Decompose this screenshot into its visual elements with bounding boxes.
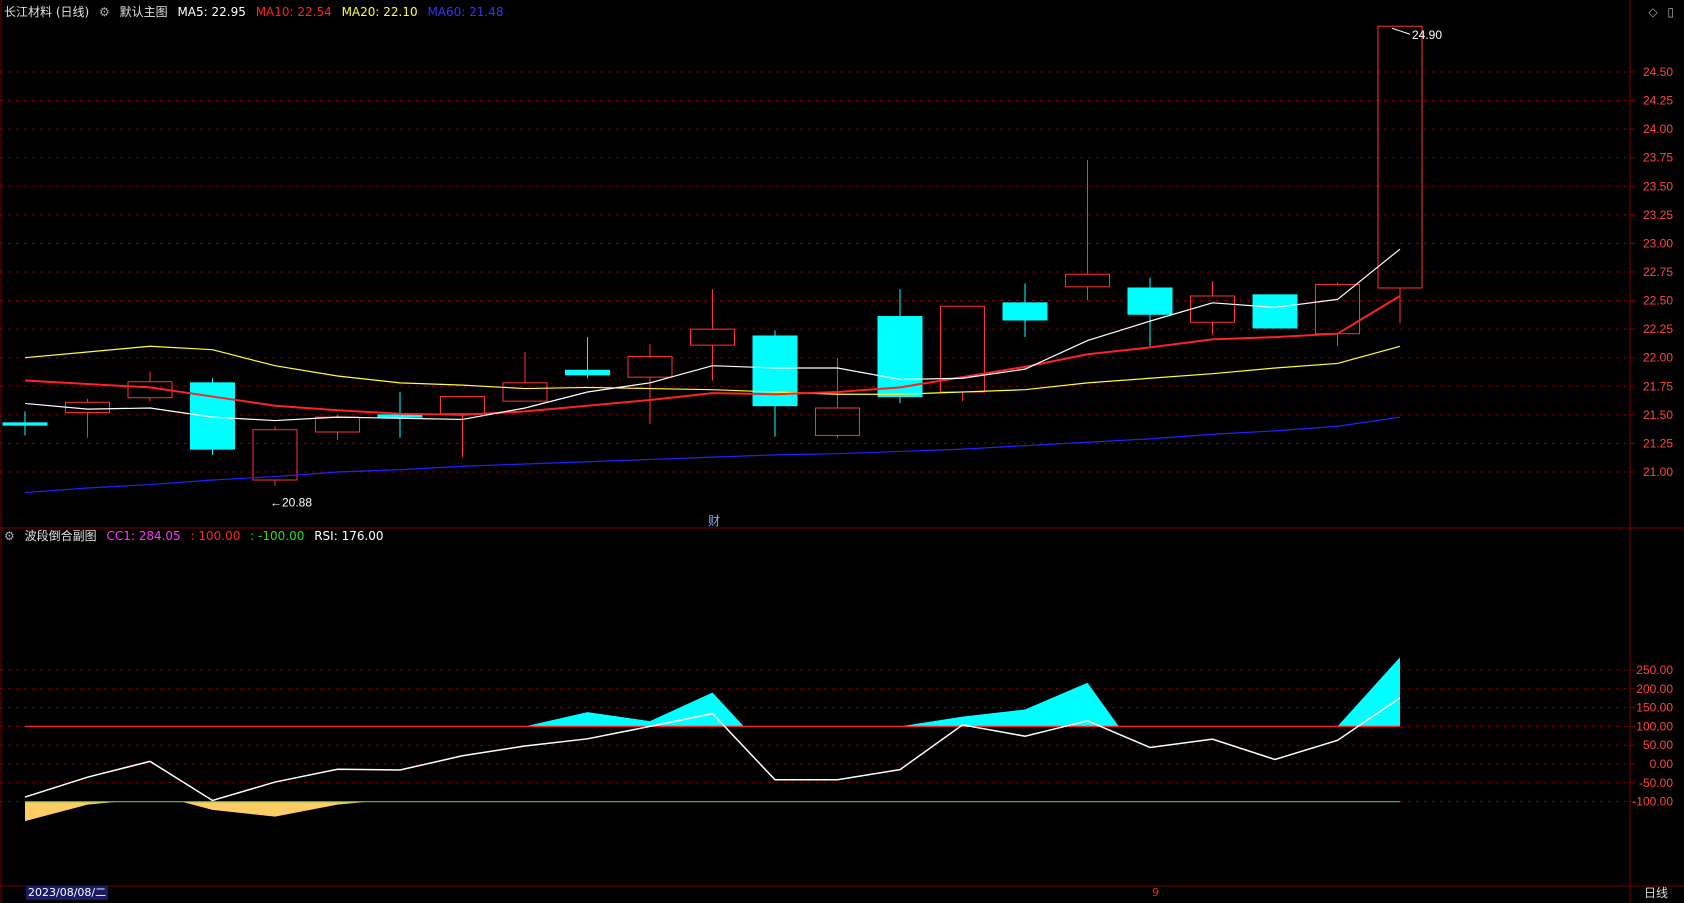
main-tick-label: 21.00 xyxy=(1643,465,1673,479)
sub-chart-header: ⚙ 波段倒合副图 CC1: 284.05 : 100.00 : -100.00 … xyxy=(4,529,390,543)
window-controls: ◇ ▯ xyxy=(1642,5,1674,19)
main-tick-label: 23.00 xyxy=(1643,236,1673,250)
period-label[interactable]: 日线 xyxy=(1644,886,1668,900)
candle-body-up xyxy=(502,382,548,402)
date-label: 2023/08/08/二 xyxy=(26,886,109,900)
stock-name[interactable]: 长江材料 (日线) xyxy=(4,5,89,19)
candle-body-down xyxy=(1002,302,1048,321)
candle-body-up xyxy=(1377,25,1423,289)
rsi-line xyxy=(24,697,1401,802)
rsi-label: RSI: 176.00 xyxy=(314,529,384,543)
lower-label: : -100.00 xyxy=(250,529,305,543)
main-tick-label: 24.50 xyxy=(1643,65,1673,79)
candle-body-down xyxy=(377,414,423,418)
candle-body-down xyxy=(1127,287,1173,315)
diamond-icon[interactable]: ◇ xyxy=(1648,5,1657,19)
main-tick-label: 21.75 xyxy=(1643,379,1673,393)
ma10-label: MA10: 22.54 xyxy=(255,5,332,19)
month-marker: 9 xyxy=(1152,886,1159,899)
candle-body-up xyxy=(440,396,485,415)
sub-tick-label: 150.00 xyxy=(1636,701,1673,715)
settings-icon[interactable]: ⚙ xyxy=(99,5,110,19)
sub-tick-label: -50.00 xyxy=(1639,776,1673,790)
candle-body-up xyxy=(815,407,860,436)
main-tick-label: 22.25 xyxy=(1643,322,1673,336)
candle-body-up xyxy=(1315,284,1360,335)
settings-icon[interactable]: ⚙ xyxy=(4,529,15,543)
main-tick-label: 22.50 xyxy=(1643,294,1673,308)
main-tick-label: 24.00 xyxy=(1643,122,1673,136)
cc1-negative-area xyxy=(25,801,119,822)
sub-tick-label: 0.00 xyxy=(1650,757,1674,771)
cai-marker[interactable]: 财 xyxy=(708,512,720,529)
main-tick-label: 23.50 xyxy=(1643,179,1673,193)
candle-body-down xyxy=(1252,294,1298,329)
sub-tick-label: 200.00 xyxy=(1636,682,1673,696)
main-chart-header: 长江材料 (日线) ⚙ 默认主图 MA5: 22.95 MA10: 22.54 … xyxy=(4,5,510,19)
maximize-icon[interactable]: ▯ xyxy=(1667,5,1674,19)
candle-body-down xyxy=(565,369,610,376)
stock-chart: 24.50 24.25 24.00 23.75 23.50 23.25 23.00 22.75… xyxy=(0,0,1684,903)
high-price-label: 24.90 xyxy=(1412,28,1442,42)
ma60-label: MA60: 21.48 xyxy=(427,5,504,19)
candle-body-up xyxy=(627,356,673,378)
chart-canvas: 24.50 24.25 24.00 23.75 23.50 23.25 23.00 22.75… xyxy=(0,0,1684,903)
sub-tick-label: 250.00 xyxy=(1636,663,1673,677)
main-tick-label: 21.25 xyxy=(1643,436,1673,450)
indicator-label[interactable]: 默认主图 xyxy=(120,5,168,19)
main-tick-label: 24.25 xyxy=(1643,94,1673,108)
candle-body-up xyxy=(1065,273,1110,288)
candle-body-up xyxy=(1190,295,1235,323)
main-tick-label: 22.00 xyxy=(1643,351,1673,365)
main-tick-label: 23.75 xyxy=(1643,151,1673,165)
ma20-label: MA20: 22.10 xyxy=(341,5,418,19)
main-tick-label: 23.25 xyxy=(1643,208,1673,222)
candle-body-up xyxy=(690,328,735,346)
high-price-pointer xyxy=(1391,27,1411,35)
cc1-label: CC1: 284.05 xyxy=(106,529,181,543)
candle-body-down xyxy=(190,382,235,450)
main-tick-label: 22.75 xyxy=(1643,265,1673,279)
upper-label: : 100.00 xyxy=(190,529,241,543)
sub-tick-label: -100.00 xyxy=(1632,795,1673,809)
candle-body-up xyxy=(315,416,360,433)
sub-tick-label: 100.00 xyxy=(1636,719,1673,733)
cc1-negative-area xyxy=(181,801,369,817)
cc1-positive-area xyxy=(525,692,744,727)
low-price-label: ←20.88 xyxy=(270,496,312,510)
sub-indicator-label[interactable]: 波段倒合副图 xyxy=(25,529,97,543)
candle-body-down xyxy=(2,422,48,426)
main-tick-label: 21.50 xyxy=(1643,408,1673,422)
ma5-label: MA5: 22.95 xyxy=(177,5,246,19)
cc1-positive-area xyxy=(900,682,1119,727)
sub-tick-label: 50.00 xyxy=(1643,738,1673,752)
cc1-positive-area xyxy=(1337,657,1400,727)
